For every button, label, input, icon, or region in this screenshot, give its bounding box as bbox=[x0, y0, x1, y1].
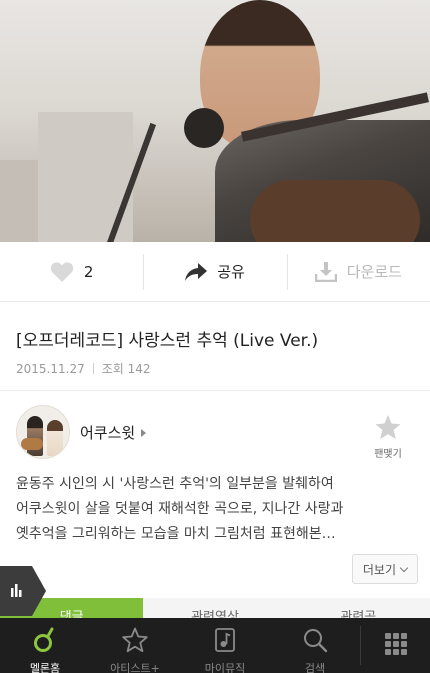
video-title: [오프더레코드] 사랑스런 추억 (Live Ver.) bbox=[16, 331, 319, 351]
nav-label: 멜론홈 bbox=[29, 662, 61, 673]
meta-separator bbox=[92, 363, 94, 374]
action-bar: 2 공유 다운로드 bbox=[0, 242, 430, 302]
nav-melon-home[interactable]: 멜론홈 bbox=[0, 618, 90, 673]
search-icon bbox=[302, 627, 328, 657]
download-icon bbox=[314, 261, 337, 282]
description-line: 어쿠스윗이 살을 덧붙여 재해석한 곡으로, 지나간 사랑과 bbox=[16, 501, 344, 517]
download-label: 다운로드 bbox=[346, 263, 402, 281]
avatar-figure bbox=[27, 416, 43, 456]
chevron-down-icon bbox=[399, 563, 409, 572]
chevron-right-icon bbox=[141, 428, 147, 437]
star-icon bbox=[375, 415, 401, 444]
my-music-icon bbox=[212, 627, 238, 657]
menu-grid-button[interactable] bbox=[360, 626, 430, 665]
share-arrow-icon bbox=[185, 262, 208, 281]
nav-label: 검색 bbox=[304, 662, 326, 673]
fan-label: 팬맺기 bbox=[374, 449, 402, 460]
fan-button[interactable]: 팬맺기 bbox=[370, 415, 406, 460]
guitar bbox=[250, 180, 420, 242]
artist-row: 어쿠스윗 팬맺기 bbox=[16, 405, 414, 461]
nav-search[interactable]: 검색 bbox=[270, 618, 360, 673]
download-button[interactable]: 다운로드 bbox=[286, 242, 430, 301]
upload-date: 2015.11.27 bbox=[16, 361, 85, 376]
chart-side-handle[interactable] bbox=[0, 566, 46, 616]
video-meta: 2015.11.27 조회 142 bbox=[16, 360, 151, 377]
nav-label: 마이뮤직 bbox=[204, 662, 246, 673]
content-tabs: 댓글 관련영상 관련곡 bbox=[0, 598, 430, 618]
artist-name: 어쿠스윗 bbox=[80, 424, 136, 442]
grid-menu-icon bbox=[384, 632, 407, 659]
star-icon bbox=[122, 627, 148, 657]
like-count: 2 bbox=[83, 262, 94, 281]
melon-home-icon bbox=[32, 627, 58, 657]
heart-icon bbox=[50, 261, 74, 283]
bottom-navigation: 멜론홈 아티스트+ 마이뮤직 검색 bbox=[0, 618, 430, 673]
section-divider bbox=[0, 390, 430, 391]
share-button[interactable]: 공유 bbox=[143, 242, 286, 301]
microphone bbox=[184, 108, 224, 148]
avatar-guitar bbox=[21, 438, 43, 450]
view-count: 조회 142 bbox=[101, 362, 151, 376]
tab-related-songs[interactable]: 관련곡 bbox=[287, 598, 430, 618]
more-label: 더보기 bbox=[362, 562, 396, 577]
nav-artist-plus[interactable]: 아티스트+ bbox=[90, 618, 180, 673]
avatar-figure bbox=[47, 420, 63, 456]
video-description: 윤동주 시인의 시 '사랑스런 추억'의 일부분을 발췌하여 어쿠스윗이 살을 … bbox=[16, 472, 414, 547]
video-thumbnail[interactable] bbox=[0, 0, 430, 242]
description-line: 윤동주 시인의 시 '사랑스런 추억'의 일부분을 발췌하여 bbox=[16, 476, 334, 492]
more-button[interactable]: 더보기 bbox=[351, 554, 418, 584]
description-line: 옛추억을 그리워하는 모습을 마치 그림처럼 표현해본… bbox=[16, 526, 336, 542]
artist-name-link[interactable]: 어쿠스윗 bbox=[80, 422, 147, 443]
nav-my-music[interactable]: 마이뮤직 bbox=[180, 618, 270, 673]
nav-label: 아티스트+ bbox=[110, 662, 160, 673]
like-button[interactable]: 2 bbox=[0, 242, 143, 301]
artist-avatar[interactable] bbox=[16, 405, 70, 459]
tab-related-videos[interactable]: 관련영상 bbox=[143, 598, 286, 618]
share-label: 공유 bbox=[217, 263, 245, 281]
